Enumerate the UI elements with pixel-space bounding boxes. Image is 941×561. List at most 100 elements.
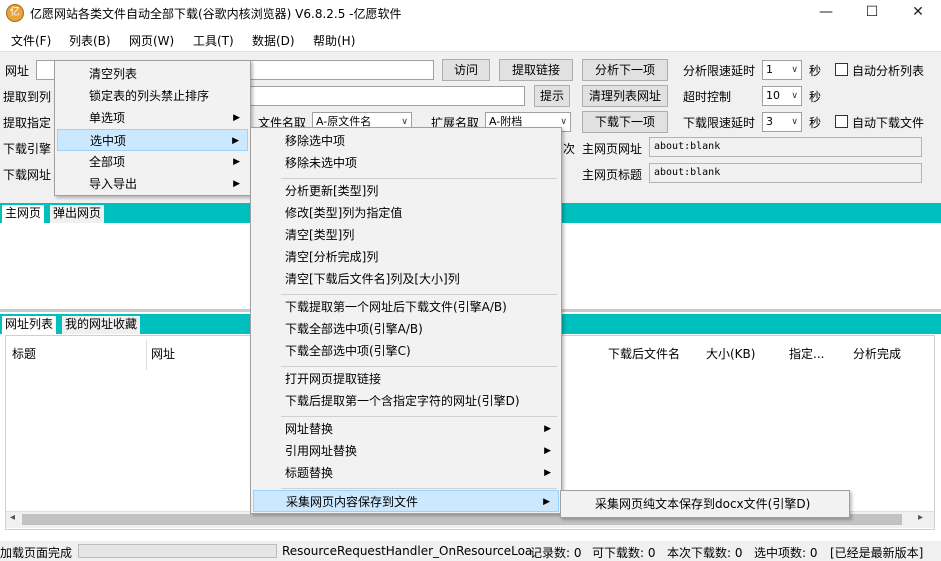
menu-separator xyxy=(281,488,557,489)
menu-tools[interactable]: 工具(T) xyxy=(193,32,234,49)
menu-web[interactable]: 网页(W) xyxy=(129,32,174,49)
column-header-filename[interactable]: 下载后文件名 xyxy=(608,345,680,362)
menu-set-type[interactable]: 修改[类型]列为指定值 xyxy=(253,202,559,224)
status-records: 记录数: 0 xyxy=(530,546,582,560)
menu-clear-analyzed[interactable]: 清空[分析完成]列 xyxy=(253,246,559,268)
submenu-arrow-icon: ▶ xyxy=(544,424,551,434)
filter-input[interactable] xyxy=(250,86,525,106)
menu-clear-filename-size[interactable]: 清空[下载后文件名]列及[大小]列 xyxy=(253,268,559,290)
load-progress-bar xyxy=(78,544,277,558)
download-delay-select[interactable]: 3 ∨ xyxy=(762,112,802,132)
submenu-arrow-icon: ▶ xyxy=(233,113,240,123)
tab-main-page[interactable]: 主网页 xyxy=(2,205,45,223)
menu-single-item[interactable]: 单选项 ▶ xyxy=(57,107,248,129)
seconds-label-1: 秒 xyxy=(809,64,822,78)
close-button[interactable]: ✕ xyxy=(895,0,941,26)
column-header-analyzed[interactable]: 分析完成 xyxy=(853,345,901,362)
selected-items-menu: 移除选中项 移除未选中项 分析更新[类型]列 修改[类型]列为指定值 清空[类型… xyxy=(250,127,562,514)
seconds-label-2: 秒 xyxy=(809,90,822,104)
menu-download-first-url[interactable]: 下载提取第一个网址后下载文件(引擎A/B) xyxy=(253,296,559,318)
save-content-menu: 采集网页纯文本保存到docx文件(引擎D) xyxy=(560,490,850,518)
menu-save-content[interactable]: 采集网页内容保存到文件 ▶ xyxy=(253,490,559,512)
count-label: 次 xyxy=(563,142,576,156)
main-title-field: about:blank xyxy=(649,163,922,183)
tab-url-list[interactable]: 网址列表 xyxy=(2,316,57,334)
status-version: [已经是最新版本] xyxy=(830,546,924,560)
submenu-arrow-icon: ▶ xyxy=(544,468,551,478)
auto-download-label: 自动下载文件 xyxy=(852,116,925,130)
main-url-label: 主网页网址 xyxy=(582,142,643,156)
download-next-button[interactable]: 下载下一项 xyxy=(582,111,668,133)
scroll-right-icon[interactable]: ▸ xyxy=(918,512,923,523)
status-selected: 选中项数: 0 xyxy=(754,546,818,560)
tab-url-favorites[interactable]: 我的网址收藏 xyxy=(62,316,141,334)
menu-clear-type[interactable]: 清空[类型]列 xyxy=(253,224,559,246)
menu-analyze-type[interactable]: 分析更新[类型]列 xyxy=(253,180,559,202)
submenu-arrow-icon: ▶ xyxy=(544,446,551,456)
analyze-delay-select[interactable]: 1 ∨ xyxy=(762,60,802,80)
hint-button[interactable]: 提示 xyxy=(534,85,570,107)
tab-popup-page[interactable]: 弹出网页 xyxy=(50,205,105,223)
submenu-arrow-icon: ▶ xyxy=(232,136,239,146)
maximize-button[interactable]: ☐ xyxy=(849,0,895,26)
timeout-select[interactable]: 10 ∨ xyxy=(762,86,802,106)
auto-analyze-label: 自动分析列表 xyxy=(852,64,925,78)
timeout-label: 超时控制 xyxy=(683,90,732,104)
url-label: 网址 xyxy=(5,64,30,78)
extract-links-button[interactable]: 提取链接 xyxy=(499,59,573,81)
scroll-left-icon[interactable]: ◂ xyxy=(10,512,15,523)
menu-lock-headers[interactable]: 锁定表的列头禁止排序 xyxy=(57,85,248,107)
menu-import-export[interactable]: 导入导出 ▶ xyxy=(57,173,248,195)
menu-data[interactable]: 数据(D) xyxy=(252,32,295,49)
auto-download-checkbox[interactable] xyxy=(835,115,848,128)
menu-separator xyxy=(281,178,557,179)
download-delay-label: 下载限速延时 xyxy=(683,116,756,130)
menu-save-docx[interactable]: 采集网页纯文本保存到docx文件(引擎D) xyxy=(563,493,847,515)
submenu-arrow-icon: ▶ xyxy=(543,497,550,507)
menu-remove-unselected[interactable]: 移除未选中项 xyxy=(253,152,559,174)
window-title: 亿愿网站各类文件自动全部下载(谷歌内核浏览器) V6.8.2.5 -亿愿软件 xyxy=(30,7,402,21)
menu-file[interactable]: 文件(F) xyxy=(11,32,51,49)
submenu-arrow-icon: ▶ xyxy=(233,179,240,189)
auto-analyze-checkbox[interactable] xyxy=(835,63,848,76)
status-downloadable: 可下载数: 0 xyxy=(592,546,656,560)
download-url-label: 下载网址 xyxy=(3,168,52,182)
status-this-download: 本次下载数: 0 xyxy=(667,546,743,560)
column-header-url[interactable]: 网址 xyxy=(151,345,175,362)
menu-download-selected-c[interactable]: 下载全部选中项(引擎C) xyxy=(253,340,559,362)
analyze-next-button[interactable]: 分析下一项 xyxy=(582,59,668,81)
status-load-text: 加载页面完成 xyxy=(0,546,73,560)
menu-extract-first-matching[interactable]: 下载后提取第一个含指定字符的网址(引擎D) xyxy=(253,390,559,412)
status-handler-text: ResourceRequestHandler_OnResourceLoa xyxy=(282,544,533,558)
menu-url-replace[interactable]: 网址替换 ▶ xyxy=(253,418,559,440)
analyze-delay-label: 分析限速延时 xyxy=(683,64,756,78)
list-menu: 清空列表 锁定表的列头禁止排序 单选项 ▶ 选中项 ▶ 全部项 ▶ 导入导出 ▶ xyxy=(54,60,251,196)
menu-referer-replace[interactable]: 引用网址替换 ▶ xyxy=(253,440,559,462)
visit-button[interactable]: 访问 xyxy=(442,59,490,81)
menu-separator xyxy=(281,294,557,295)
menu-open-extract-links[interactable]: 打开网页提取链接 xyxy=(253,368,559,390)
clear-list-urls-button[interactable]: 清理列表网址 xyxy=(582,85,668,107)
menu-help[interactable]: 帮助(H) xyxy=(313,32,355,49)
main-title-label: 主网页标题 xyxy=(582,168,643,182)
menu-separator xyxy=(281,416,557,417)
menu-download-selected-ab[interactable]: 下载全部选中项(引擎A/B) xyxy=(253,318,559,340)
column-header-specified[interactable]: 指定... xyxy=(789,345,824,362)
app-logo-icon: 亿 xyxy=(6,4,24,22)
main-url-field: about:blank xyxy=(649,137,922,157)
column-divider xyxy=(146,340,147,370)
download-engine-label: 下载引擎 xyxy=(3,142,52,156)
menu-separator xyxy=(281,366,557,367)
extract-specified-label: 提取指定 xyxy=(3,116,52,130)
menu-all-items[interactable]: 全部项 ▶ xyxy=(57,151,248,173)
minimize-button[interactable]: — xyxy=(803,0,849,26)
column-header-size[interactable]: 大小(KB) xyxy=(706,345,755,362)
menu-clear-list[interactable]: 清空列表 xyxy=(57,63,248,85)
column-header-title[interactable]: 标题 xyxy=(12,345,36,362)
submenu-arrow-icon: ▶ xyxy=(233,157,240,167)
menu-list[interactable]: 列表(B) xyxy=(69,32,111,49)
menu-selected-items[interactable]: 选中项 ▶ xyxy=(57,129,248,151)
extract-to-list-label: 提取到列 xyxy=(3,90,52,104)
menu-title-replace[interactable]: 标题替换 ▶ xyxy=(253,462,559,484)
menu-remove-selected[interactable]: 移除选中项 xyxy=(253,130,559,152)
